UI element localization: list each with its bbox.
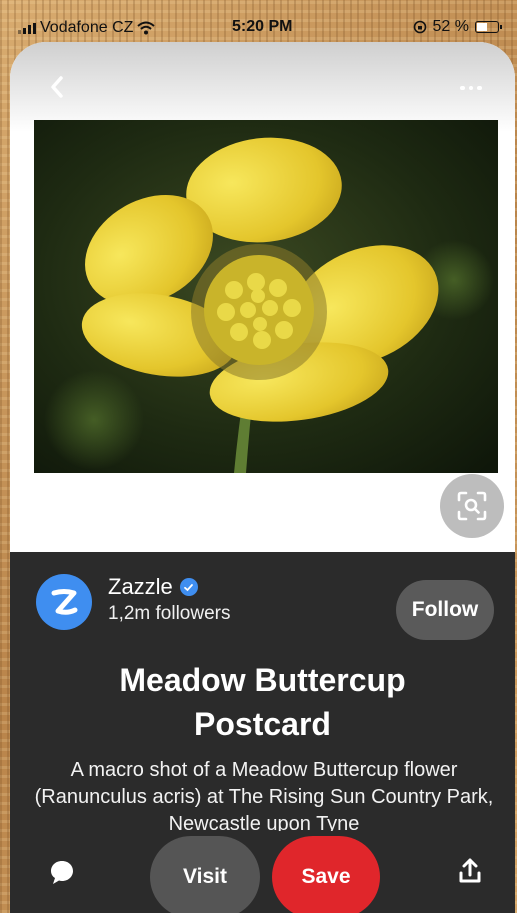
verified-badge-icon — [179, 578, 198, 596]
flower-photo-icon — [34, 120, 498, 473]
creator-name: Zazzle — [108, 574, 173, 599]
carrier-label: Vodafone CZ — [40, 19, 134, 36]
dot-icon — [468, 85, 474, 91]
creator-avatar[interactable] — [36, 574, 92, 630]
battery-percent: 52 % — [432, 18, 469, 35]
save-button[interactable]: Save — [272, 836, 380, 913]
chevron-left-icon — [51, 76, 63, 98]
signal-icon — [18, 22, 36, 34]
zazzle-logo-icon — [51, 589, 78, 615]
more-options-button[interactable] — [453, 78, 489, 98]
visual-search-button[interactable] — [440, 474, 504, 538]
action-bar: Visit Save — [10, 836, 515, 913]
share-upload-icon — [459, 858, 481, 883]
orientation-lock-icon — [413, 20, 426, 34]
pin-title: Meadow Buttercup Postcard — [119, 662, 406, 742]
pin-description: A macro shot of a Meadow Buttercup flowe… — [34, 759, 494, 831]
lens-search-icon — [457, 491, 487, 521]
pin-image[interactable] — [34, 120, 498, 473]
comment-bubble-icon — [51, 861, 73, 884]
creator-name-row[interactable]: Zazzle — [108, 574, 198, 600]
follow-button[interactable]: Follow — [396, 580, 494, 640]
phone-screen: Vodafone CZ 5:20 PM 52 % Zazzle 1,2m fol… — [10, 0, 515, 913]
clock: 5:20 PM — [232, 18, 293, 35]
comment-button[interactable] — [46, 856, 78, 888]
dot-icon — [477, 85, 482, 91]
dot-icon — [460, 85, 465, 91]
visit-button[interactable]: Visit — [150, 836, 260, 913]
status-bar: Vodafone CZ 5:20 PM 52 % — [10, 0, 515, 46]
battery-icon — [475, 21, 502, 33]
back-button[interactable] — [42, 72, 72, 102]
pin-card: Zazzle 1,2m followers Follow Meadow Butt… — [10, 42, 515, 913]
follower-count: 1,2m followers — [108, 603, 231, 624]
wifi-icon — [137, 21, 156, 35]
pin-info-panel: Zazzle 1,2m followers Follow Meadow Butt… — [10, 552, 515, 913]
share-button[interactable] — [454, 855, 486, 887]
